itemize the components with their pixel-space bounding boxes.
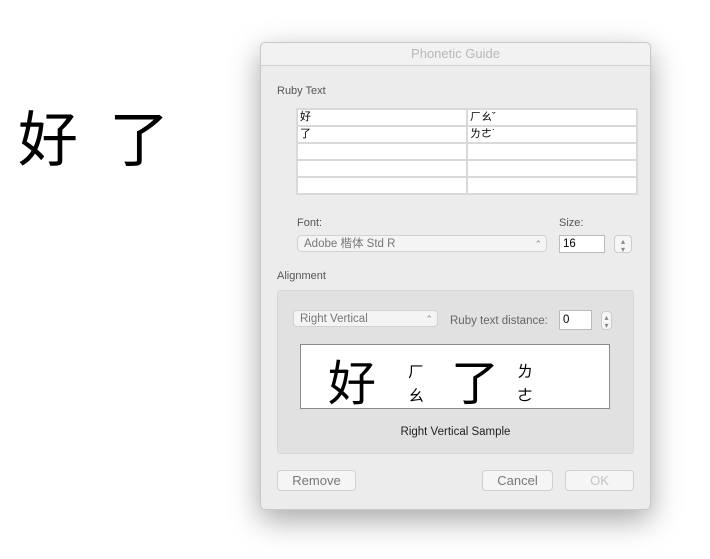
- preview-ruby-2b: ㄜ: [517, 388, 534, 405]
- distance-stepper[interactable]: ▴ ▾: [601, 311, 612, 330]
- alignment-value: Right Vertical: [300, 313, 368, 325]
- ruby-cell[interactable]: ㄌㄜ˙: [466, 125, 638, 144]
- base-cell[interactable]: [296, 159, 468, 178]
- table-row: [296, 176, 638, 195]
- alignment-select[interactable]: Right Vertical ⌃: [293, 310, 438, 327]
- preview-base-1: 好: [328, 356, 377, 409]
- base-cell[interactable]: [296, 176, 468, 195]
- ruby-cell[interactable]: ㄏㄠˇ: [466, 108, 638, 127]
- chevron-updown-icon: ⌃: [425, 314, 433, 324]
- font-label: Font:: [297, 217, 323, 229]
- ruby-cell[interactable]: [466, 176, 638, 195]
- document-text: 好 了: [18, 106, 176, 176]
- ruby-cell[interactable]: [466, 159, 638, 178]
- base-cell[interactable]: [296, 142, 468, 161]
- preview-ruby-1b: ㄠ: [408, 388, 425, 405]
- distance-input[interactable]: 0: [559, 310, 592, 330]
- alignment-label: Alignment: [277, 270, 326, 282]
- cancel-button[interactable]: Cancel: [482, 470, 553, 491]
- preview-base-2: 了: [451, 356, 500, 409]
- table-row: 了ㄌㄜ˙: [296, 125, 638, 144]
- remove-button[interactable]: Remove: [277, 470, 356, 491]
- preview-ruby-1a: ㄏ: [408, 364, 425, 381]
- preview-ruby-2a: ㄌ: [517, 364, 534, 381]
- ok-button[interactable]: OK: [565, 470, 634, 491]
- phonetic-guide-dialog: Phonetic Guide Ruby Text 好ㄏㄠˇ 了ㄌㄜ˙ Font:…: [260, 42, 651, 510]
- font-value: Adobe 楷体 Std R: [304, 238, 396, 250]
- table-row: [296, 142, 638, 161]
- alignment-preview: 好 ㄏ ㄠ 了 ㄌ ㄜ: [300, 344, 610, 409]
- ruby-cell[interactable]: [466, 142, 638, 161]
- table-row: 好ㄏㄠˇ: [296, 108, 638, 127]
- size-label: Size:: [559, 217, 584, 229]
- ruby-table: 好ㄏㄠˇ 了ㄌㄜ˙: [296, 108, 638, 195]
- size-input[interactable]: 16: [559, 235, 605, 253]
- distance-label: Ruby text distance:: [450, 315, 548, 327]
- chevron-updown-icon: ⌃: [534, 239, 542, 249]
- font-select[interactable]: Adobe 楷体 Std R ⌃: [297, 235, 547, 252]
- ruby-text-label: Ruby Text: [277, 85, 326, 97]
- base-cell[interactable]: 好: [296, 108, 468, 127]
- sample-caption: Right Vertical Sample: [400, 426, 511, 438]
- size-stepper[interactable]: ▴ ▾: [614, 235, 632, 254]
- table-row: [296, 159, 638, 178]
- base-cell[interactable]: 了: [296, 125, 468, 144]
- dialog-title: Phonetic Guide: [261, 43, 650, 66]
